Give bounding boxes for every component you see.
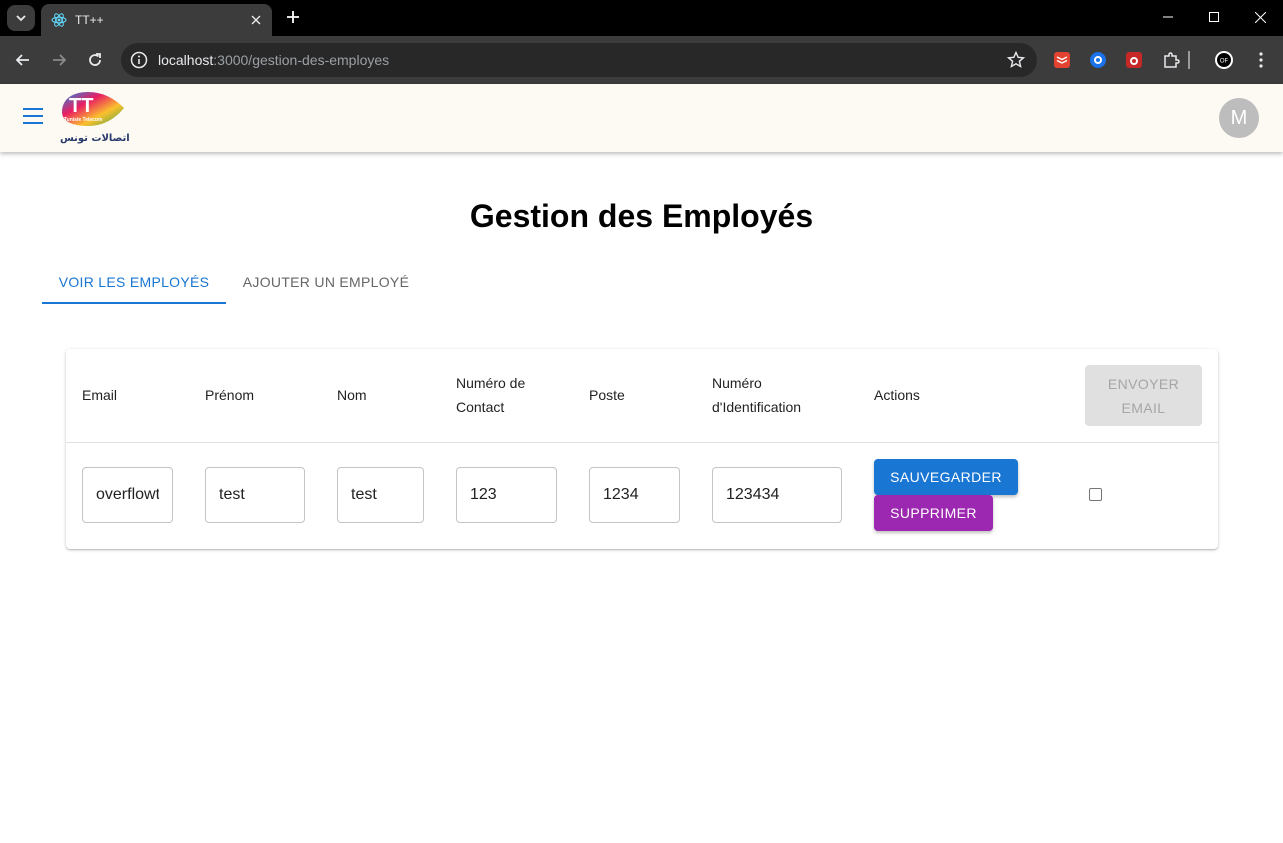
prenom-field[interactable]	[205, 467, 305, 523]
logo-text-latin: Tunisie Telecom	[64, 117, 103, 123]
column-header-ident-line2: d'Identification	[712, 399, 802, 415]
reload-icon	[89, 53, 101, 66]
extensions-puzzle-icon[interactable]	[1161, 50, 1181, 70]
contact-field[interactable]	[456, 467, 557, 523]
column-header-contact-line2: Contact	[456, 399, 505, 415]
tab-indicator	[42, 302, 226, 304]
todoist-extension-icon[interactable]	[1052, 50, 1072, 70]
column-header-email: Email	[82, 387, 118, 403]
app-header: TT Tunisie Telecom اتصالات تونس M	[0, 84, 1283, 152]
close-icon	[1254, 11, 1266, 23]
logo-text-arabic: اتصالات تونس	[60, 133, 130, 144]
send-email-line2: EMAIL	[1121, 399, 1166, 416]
column-header-contact: Numéro de Contact	[456, 371, 525, 419]
close-icon	[251, 15, 261, 25]
url-host: localhost	[158, 52, 214, 68]
browser-tab[interactable]: TT++	[41, 4, 272, 36]
poste-field[interactable]	[589, 467, 680, 523]
minimize-icon	[1163, 16, 1173, 18]
bookmark-star-icon[interactable]	[1007, 51, 1025, 69]
url-path: :3000/gestion-des-employes	[213, 52, 390, 68]
send-email-button[interactable]: ENVOYER EMAIL	[1085, 365, 1202, 426]
column-header-actions: Actions	[874, 387, 920, 403]
delete-button[interactable]: SUPPRIMER	[874, 495, 993, 531]
employees-table: Email Prénom Nom Numéro de Contact Poste…	[66, 349, 1218, 549]
close-window-button[interactable]	[1237, 0, 1283, 34]
menu-icon[interactable]	[23, 108, 43, 124]
save-button[interactable]: SAUVEGARDER	[874, 459, 1018, 495]
page-title: Gestion des Employés	[469, 198, 814, 234]
identification-field[interactable]	[712, 467, 842, 523]
arrow-left-icon	[15, 54, 29, 66]
forward-button[interactable]	[47, 48, 71, 72]
reload-button[interactable]	[83, 48, 107, 72]
url-text: localhost:3000/gestion-des-employes	[158, 52, 389, 68]
tab-voir-employes[interactable]: VOIR LES EMPLOYÉS	[42, 258, 226, 305]
plus-icon	[287, 11, 299, 23]
browser-toolbar: localhost:3000/gestion-des-employes OF	[0, 36, 1283, 84]
chevron-down-icon	[16, 15, 26, 22]
more-vertical-icon	[1259, 52, 1263, 68]
column-header-contact-line1: Numéro de	[456, 375, 526, 391]
row-select-checkbox[interactable]	[1089, 488, 1102, 501]
avatar[interactable]: M	[1219, 98, 1259, 138]
column-header-poste: Poste	[589, 387, 625, 403]
back-button[interactable]	[11, 48, 35, 72]
send-email-line1: ENVOYER	[1107, 375, 1180, 392]
column-header-ident-line1: Numéro	[712, 375, 762, 391]
red-extension-icon[interactable]	[1124, 50, 1144, 70]
browser-menu-button[interactable]	[1251, 50, 1271, 70]
nom-field[interactable]	[337, 467, 424, 523]
maximize-button[interactable]	[1191, 0, 1237, 34]
tab-close-button[interactable]	[246, 10, 266, 30]
toolbar-divider	[1188, 51, 1190, 69]
tab-ajouter-employe[interactable]: AJOUTER UN EMPLOYÉ	[226, 258, 426, 305]
maximize-icon	[1209, 12, 1219, 22]
arrow-right-icon	[53, 54, 67, 66]
react-icon	[51, 13, 67, 27]
new-tab-button[interactable]	[282, 6, 304, 28]
column-header-nom: Nom	[337, 387, 367, 403]
profile-extension-icon[interactable]: OF	[1214, 50, 1234, 70]
svg-text:OF: OF	[1220, 59, 1229, 65]
site-info-icon[interactable]	[129, 50, 149, 70]
tab-title: TT++	[75, 13, 104, 27]
browser-titlebar: TT++	[0, 0, 1283, 36]
header-divider	[66, 442, 1218, 443]
column-header-prenom: Prénom	[205, 387, 255, 403]
tab-search-button[interactable]	[7, 5, 35, 31]
svg-text:TT: TT	[69, 95, 93, 117]
address-bar[interactable]: localhost:3000/gestion-des-employes	[121, 43, 1037, 77]
tunisie-telecom-logo[interactable]: TT Tunisie Telecom اتصالات تونس	[56, 88, 130, 148]
column-header-identification: Numéro d'Identification	[712, 371, 801, 419]
minimize-button[interactable]	[1145, 0, 1191, 34]
circle-extension-icon[interactable]	[1088, 50, 1108, 70]
email-field[interactable]	[82, 467, 173, 523]
